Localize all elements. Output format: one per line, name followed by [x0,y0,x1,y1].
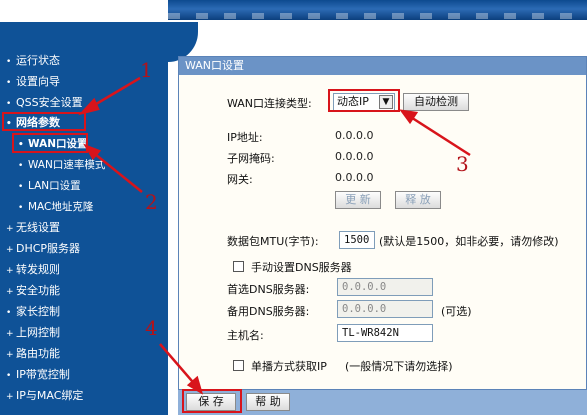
highlight-wan-type [328,89,400,112]
sidebar-item-security[interactable]: + 安全功能 [6,282,60,300]
annotation-number-3: 3 [456,152,469,176]
banner-wave [168,13,587,19]
highlight-save-button [182,389,242,413]
mtu-hint: (默认是1500，如非必要，请勿修改) [379,235,559,248]
panel-body: WAN口连接类型: 动态IP ▼ 自动检测 IP地址: 0.0.0.0 子网掩码… [179,75,586,392]
gateway-value: 0.0.0.0 [335,171,374,184]
annotation-number-4: 4 [145,316,158,340]
mask-label: 子网掩码: [227,152,275,165]
unicast-hint: (一般情况下请勿选择) [345,360,453,373]
primary-dns-label: 首选DNS服务器: [227,283,310,296]
mtu-input[interactable]: 1500 [339,231,375,249]
sidebar-item-mac-clone[interactable]: • MAC地址克隆 [18,198,93,216]
unicast-checkbox[interactable] [233,360,244,371]
unicast-label: 单播方式获取IP [251,360,327,373]
sidebar-item-access-control[interactable]: + 上网控制 [6,324,60,342]
wan-type-label: WAN口连接类型: [227,97,312,110]
sidebar-item-qss[interactable]: • QSS安全设置 [6,94,83,112]
annotation-number-1: 1 [140,58,153,82]
mask-value: 0.0.0.0 [335,150,374,163]
hostname-input[interactable]: TL-WR842N [337,324,433,342]
gateway-label: 网关: [227,173,253,186]
panel-title: WAN口设置 [179,57,586,75]
sidebar-item-lan[interactable]: • LAN口设置 [18,177,81,195]
ip-value: 0.0.0.0 [335,129,374,142]
secondary-dns-input[interactable]: 0.0.0.0 [337,300,433,318]
sidebar-item-wireless[interactable]: + 无线设置 [6,219,60,237]
sidebar-item-wizard[interactable]: • 设置向导 [6,73,60,91]
secondary-dns-label: 备用DNS服务器: [227,305,310,318]
manual-dns-checkbox[interactable] [233,261,244,272]
annotation-number-2: 2 [145,190,158,214]
primary-dns-input[interactable]: 0.0.0.0 [337,278,433,296]
sidebar-item-routing[interactable]: + 路由功能 [6,345,60,363]
secondary-dns-hint: (可选) [441,305,472,318]
renew-button[interactable]: 更 新 [335,191,381,209]
sidebar-item-forwarding[interactable]: + 转发规则 [6,261,60,279]
manual-dns-label: 手动设置DNS服务器 [251,261,352,274]
top-banner [0,0,587,22]
highlight-wan-settings [12,133,88,153]
sidebar-item-parental[interactable]: • 家长控制 [6,303,60,321]
help-button[interactable]: 帮 助 [246,393,290,411]
sidebar-item-ip-mac-binding[interactable]: + IP与MAC绑定 [6,387,83,405]
ip-label: IP地址: [227,131,263,144]
auto-detect-button[interactable]: 自动检测 [403,93,469,111]
mtu-label: 数据包MTU(字节): [227,235,319,248]
sidebar-item-dhcp[interactable]: + DHCP服务器 [6,240,80,258]
sidebar-item-wan-speed[interactable]: • WAN口速率模式 [18,156,105,174]
release-button[interactable]: 释 放 [395,191,441,209]
sidebar-item-status[interactable]: • 运行状态 [6,52,60,70]
hostname-label: 主机名: [227,329,264,342]
sidebar-item-bandwidth[interactable]: • IP带宽控制 [6,366,70,384]
highlight-network-params [2,112,86,131]
